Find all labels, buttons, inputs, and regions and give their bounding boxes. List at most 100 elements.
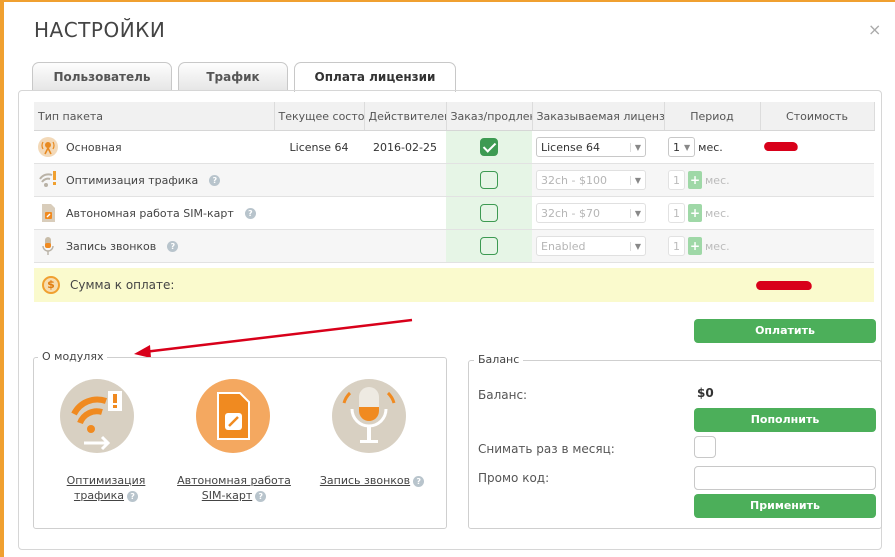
license-select[interactable]: 32ch - $70 ▼ bbox=[536, 203, 646, 223]
license-select[interactable]: Enabled ▼ bbox=[536, 236, 646, 256]
order-checkbox[interactable] bbox=[480, 237, 498, 255]
table-row: Автономная работа SIM-карт? 32ch - $70 ▼ … bbox=[34, 196, 874, 230]
license-select-value: 32ch - $100 bbox=[541, 173, 607, 187]
tab-traffic[interactable]: Трафик bbox=[178, 62, 288, 90]
topup-button[interactable]: Пополнить bbox=[694, 408, 876, 432]
balance-label: Баланс: bbox=[478, 388, 528, 402]
module-link-line: трафика bbox=[73, 489, 125, 502]
module-link-recording[interactable]: Запись звонков? bbox=[310, 473, 434, 488]
period-select[interactable]: 1 ▼ bbox=[668, 137, 696, 157]
antenna-icon bbox=[38, 137, 58, 157]
current-state: License 64 bbox=[274, 130, 364, 164]
order-checkbox[interactable] bbox=[480, 138, 498, 156]
module-link-traffic[interactable]: Оптимизация трафика? bbox=[46, 473, 166, 503]
period-control: 1 ▼ мес. bbox=[668, 137, 756, 157]
help-icon[interactable]: ? bbox=[255, 490, 267, 502]
valid-until bbox=[364, 196, 446, 230]
period-value: 1 bbox=[673, 140, 680, 154]
license-select-value: License 64 bbox=[541, 140, 600, 154]
help-icon[interactable]: ? bbox=[413, 475, 425, 487]
column-header: Тип пакета bbox=[34, 102, 275, 131]
valid-until bbox=[364, 229, 446, 263]
period-control: 1 + мес. bbox=[668, 170, 756, 190]
period-value: 1 bbox=[673, 206, 680, 220]
close-icon[interactable]: × bbox=[868, 20, 881, 39]
monthly-checkbox[interactable] bbox=[694, 436, 716, 458]
valid-until: 2016-02-25 bbox=[364, 130, 446, 164]
order-checkbox[interactable] bbox=[480, 171, 498, 189]
table-row: Запись звонков? Enabled ▼ 1 + мес. bbox=[34, 229, 874, 263]
period-control: 1 + мес. bbox=[668, 236, 756, 256]
plus-icon[interactable]: + bbox=[688, 237, 702, 255]
help-icon[interactable]: ? bbox=[209, 174, 221, 186]
help-icon[interactable]: ? bbox=[244, 207, 256, 219]
dollar-coin-icon: $ bbox=[42, 276, 60, 294]
license-select-value: 32ch - $70 bbox=[541, 206, 600, 220]
balance-legend: Баланс bbox=[474, 353, 524, 366]
module-link-line: SIM-карт bbox=[201, 489, 253, 502]
sim-autonomous-icon[interactable] bbox=[196, 379, 270, 453]
period-select[interactable]: 1 bbox=[668, 170, 685, 190]
chevron-down-icon: ▼ bbox=[629, 241, 641, 251]
license-select[interactable]: 32ch - $100 ▼ bbox=[536, 170, 646, 190]
license-select-value: Enabled bbox=[541, 239, 586, 253]
plus-icon[interactable]: + bbox=[688, 171, 702, 189]
valid-until bbox=[364, 163, 446, 197]
period-control: 1 + мес. bbox=[668, 203, 756, 223]
column-header: Действителен bbox=[364, 102, 447, 131]
redacted-total bbox=[755, 281, 813, 290]
period-unit: мес. bbox=[705, 239, 730, 253]
microphone-icon bbox=[42, 237, 54, 255]
plus-icon[interactable]: + bbox=[688, 204, 702, 222]
period-select[interactable]: 1 bbox=[668, 203, 685, 223]
current-state bbox=[274, 163, 364, 197]
order-checkbox[interactable] bbox=[480, 204, 498, 222]
traffic-optimization-icon[interactable] bbox=[60, 379, 134, 453]
period-value: 1 bbox=[673, 173, 680, 187]
chevron-down-icon: ▼ bbox=[684, 142, 691, 152]
chevron-down-icon: ▼ bbox=[629, 142, 641, 152]
package-name: Основная bbox=[66, 140, 122, 154]
chevron-down-icon: ▼ bbox=[629, 208, 641, 218]
column-header: Заказ/продлен bbox=[446, 102, 533, 131]
current-state bbox=[274, 229, 364, 263]
call-recording-icon[interactable] bbox=[332, 379, 406, 453]
apply-button[interactable]: Применить bbox=[694, 494, 876, 518]
table-row: Основная License 64 2016-02-25 License 6… bbox=[34, 130, 874, 164]
column-header: Заказываемая лицензи bbox=[532, 102, 665, 131]
current-state bbox=[274, 196, 364, 230]
column-header: Период bbox=[664, 102, 761, 131]
help-icon[interactable]: ? bbox=[167, 240, 179, 252]
period-unit: мес. bbox=[705, 206, 730, 220]
redacted-price bbox=[763, 141, 799, 151]
period-unit: мес. bbox=[705, 173, 730, 187]
table-header-row: Тип пакета Текущее состо Действителен За… bbox=[34, 102, 875, 131]
total-label: Сумма к оплате: bbox=[70, 278, 175, 292]
module-link-line: Запись звонков bbox=[319, 474, 411, 487]
column-header: Текущее состо bbox=[274, 102, 365, 131]
wifi-warning-icon bbox=[39, 171, 56, 187]
total-row: $ Сумма к оплате: bbox=[34, 268, 874, 302]
pay-button[interactable]: Оплатить bbox=[694, 319, 876, 343]
module-link-sim[interactable]: Автономная работа SIM-карт? bbox=[172, 473, 296, 503]
help-icon[interactable]: ? bbox=[127, 490, 139, 502]
promo-label: Промо код: bbox=[478, 471, 550, 485]
sim-card-icon bbox=[42, 204, 55, 222]
period-select[interactable]: 1 bbox=[668, 236, 685, 256]
tab-user[interactable]: Пользователь bbox=[32, 62, 172, 90]
balance-value: $0 bbox=[697, 386, 714, 400]
period-unit: мес. bbox=[698, 140, 723, 154]
promo-code-input[interactable] bbox=[694, 466, 876, 490]
column-header: Стоимость bbox=[760, 102, 875, 131]
chevron-down-icon: ▼ bbox=[629, 175, 641, 185]
package-name: Оптимизация трафика bbox=[66, 173, 199, 187]
package-name: Запись звонков bbox=[66, 239, 157, 253]
license-select[interactable]: License 64 ▼ bbox=[536, 137, 646, 157]
module-link-line: Оптимизация bbox=[66, 474, 146, 487]
annotation-arrow bbox=[134, 318, 413, 358]
period-value: 1 bbox=[673, 239, 680, 253]
tab-license-payment[interactable]: Оплата лицензии bbox=[294, 62, 456, 92]
dialog-title: НАСТРОЙКИ bbox=[34, 18, 166, 42]
modules-legend: О модулях bbox=[38, 350, 108, 363]
module-link-line: Автономная работа bbox=[177, 474, 291, 487]
